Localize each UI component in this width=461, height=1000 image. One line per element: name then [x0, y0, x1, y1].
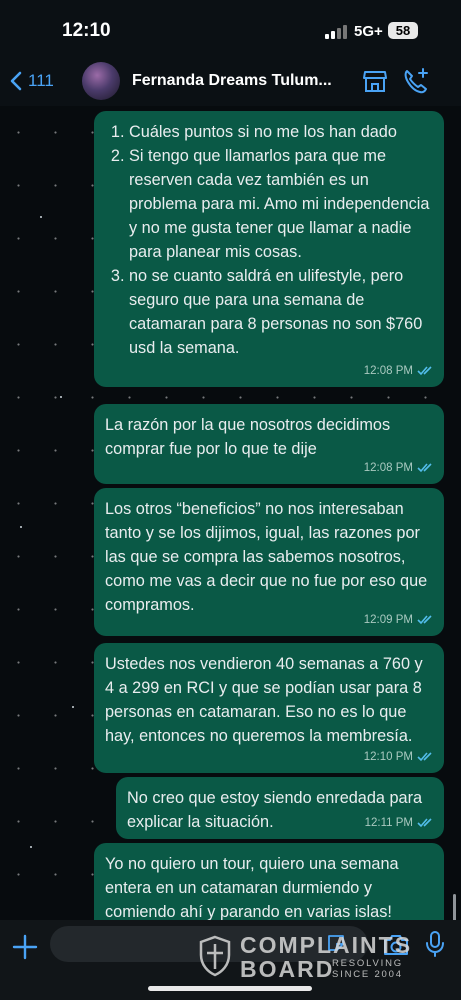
message-bubble[interactable]: Cuáles puntos si no me los han dado Si t…: [94, 111, 444, 387]
message-text: La razón por la que nosotros decidimos c…: [105, 416, 391, 458]
shop-icon[interactable]: [362, 68, 388, 94]
message-bubble[interactable]: Ustedes nos vendieron 40 semanas a 760 y…: [94, 643, 444, 773]
watermark-logo: COMPLAINTS BOARD RESOLVING SINCE 2004: [198, 932, 448, 982]
read-ticks-icon: [417, 366, 432, 376]
watermark-line1: COMPLAINTS: [240, 932, 413, 958]
contact-name[interactable]: Fernanda Dreams Tulum...: [132, 72, 352, 90]
message-meta: 12:10 PM: [364, 745, 434, 769]
back-count: 111: [28, 71, 54, 90]
watermark-line2: BOARD: [240, 956, 335, 982]
message-time: 12:08 PM: [363, 462, 413, 474]
list-item: Si tengo que llamarlos para que me reser…: [129, 144, 432, 264]
message-text: Los otros “beneficios” no nos interesaba…: [105, 500, 428, 614]
message-meta: 12:09 PM: [364, 608, 434, 632]
wallpaper-star: [20, 526, 22, 528]
message-time: 12:09 PM: [363, 614, 413, 626]
message-time: 12:10 PM: [363, 751, 413, 763]
message-text: Yo no quiero un tour, quiero una semana …: [105, 855, 399, 920]
scrollbar[interactable]: [453, 894, 456, 920]
message-bubble[interactable]: Yo no quiero un tour, quiero una semana …: [94, 843, 444, 920]
list-item: no se cuanto saldrá en ulifestyle, pero …: [129, 264, 432, 360]
watermark-tag1: RESOLVING: [332, 958, 403, 969]
read-ticks-icon: [417, 752, 432, 762]
avatar[interactable]: [82, 62, 120, 100]
wallpaper-star: [40, 216, 42, 218]
read-ticks-icon: [417, 463, 432, 473]
list-item: Cuáles puntos si no me los han dado: [129, 120, 432, 144]
chat-header: 111 Fernanda Dreams Tulum...: [0, 58, 461, 106]
message-text: Ustedes nos vendieron 40 semanas a 760 y…: [105, 655, 423, 745]
message-time: 12:11 PM: [364, 817, 413, 829]
message-bubble[interactable]: No creo que estoy siendo enredada para e…: [116, 777, 444, 839]
status-time: 12:10: [62, 20, 111, 41]
back-button[interactable]: 111: [10, 66, 54, 96]
plus-icon[interactable]: [12, 934, 38, 960]
message-meta: 12:08 PM: [364, 456, 434, 480]
watermark-tagline: RESOLVING SINCE 2004: [332, 958, 403, 980]
wallpaper-star: [72, 706, 74, 708]
back-chevron-icon: [10, 71, 22, 91]
wallpaper-star: [60, 396, 62, 398]
chat-area[interactable]: Cuáles puntos si no me los han dado Si t…: [0, 106, 461, 920]
battery-icon: 58: [388, 22, 418, 39]
message-meta: 12:08 PM: [364, 359, 434, 383]
read-ticks-icon: [417, 818, 432, 828]
message-meta: 12:11 PM: [365, 811, 434, 835]
status-bar: 12:10 5G+ 58: [0, 0, 461, 58]
message-bubble[interactable]: La razón por la que nosotros decidimos c…: [94, 404, 444, 484]
message-time: 12:08 PM: [363, 365, 413, 377]
read-ticks-icon: [417, 615, 432, 625]
home-indicator: [148, 986, 312, 991]
message-bubble[interactable]: Los otros “beneficios” no nos interesaba…: [94, 488, 444, 636]
watermark-tag2: SINCE 2004: [332, 969, 403, 980]
shield-icon: [199, 935, 231, 977]
call-add-icon[interactable]: [402, 67, 430, 95]
message-list: Cuáles puntos si no me los han dado Si t…: [105, 120, 432, 360]
network-label: 5G+: [354, 23, 383, 40]
signal-icon: [325, 25, 347, 39]
wallpaper-star: [30, 846, 32, 848]
